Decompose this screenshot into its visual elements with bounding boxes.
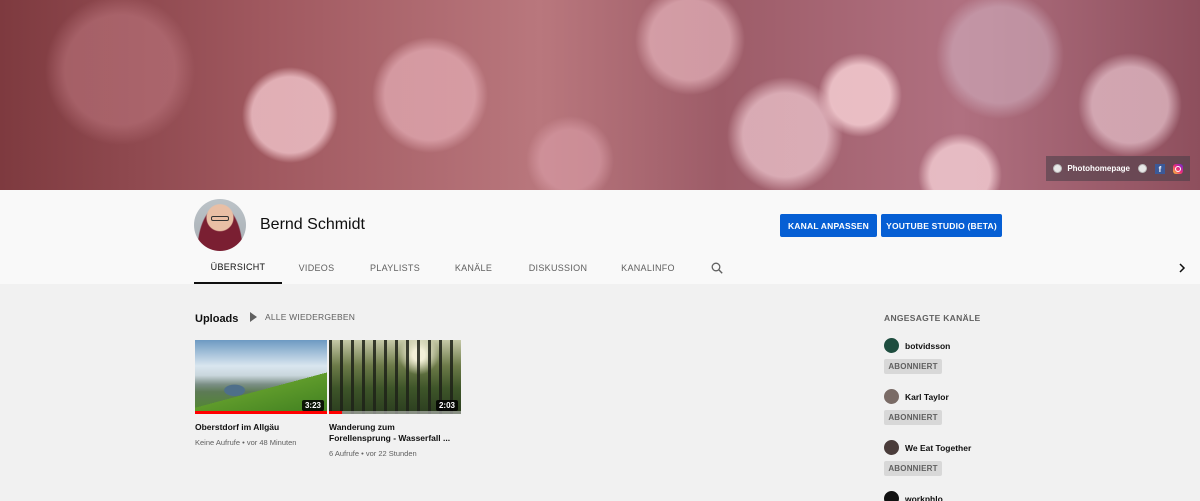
featured-channel-name[interactable]: We Eat Together [905, 443, 971, 453]
play-icon [250, 312, 257, 322]
play-all-label: ALLE WIEDERGEBEN [265, 312, 356, 322]
tab-playlists[interactable]: PLAYLISTS [351, 252, 439, 284]
channel-name: Bernd Schmidt [260, 216, 365, 233]
globe-icon [1053, 164, 1063, 173]
watch-progress-bar [195, 411, 327, 414]
customize-channel-button[interactable]: KANAL ANPASSEN [780, 214, 877, 237]
globe-icon[interactable] [1138, 164, 1147, 173]
youtube-studio-button[interactable]: YOUTUBE STUDIO (BETA) [881, 214, 1002, 237]
featured-channel-name[interactable]: botvidsson [905, 341, 950, 351]
play-all-button[interactable]: ALLE WIEDERGEBEN [250, 312, 355, 322]
tab-videos[interactable]: VIDEOS [282, 252, 351, 284]
avatar[interactable] [884, 338, 899, 353]
video-title[interactable]: Wanderung zum Forellensprung - Wasserfal… [329, 422, 454, 444]
tab-about[interactable]: KANALINFO [608, 252, 688, 284]
watch-progress-bar [329, 411, 343, 414]
video-card[interactable]: 3:23 Oberstdorf im Allgäu Keine Aufrufe … [195, 340, 327, 447]
video-meta: 6 Aufrufe • vor 22 Stunden [329, 449, 417, 458]
video-duration: 3:23 [301, 400, 324, 411]
subscribed-button[interactable]: ABONNIERT [884, 359, 942, 374]
video-title[interactable]: Oberstdorf im Allgäu [195, 422, 327, 433]
channel-tabs: ÜBERSICHT VIDEOS PLAYLISTS KANÄLE DISKUS… [194, 252, 688, 284]
facebook-icon[interactable]: f [1155, 163, 1165, 174]
banner-link-photohomepage[interactable]: Photohomepage [1053, 164, 1130, 173]
video-duration: 2:03 [435, 400, 458, 411]
channel-header: Bernd Schmidt KANAL ANPASSEN YOUTUBE STU… [0, 190, 1200, 284]
video-thumbnail[interactable]: 2:03 [329, 340, 461, 414]
banner-links: Photohomepage f [1046, 156, 1190, 181]
video-card[interactable]: 2:03 Wanderung zum Forellensprung - Wass… [329, 340, 461, 458]
subscribed-button[interactable]: ABONNIERT [884, 461, 942, 476]
featured-channel: workphlo [884, 491, 943, 501]
avatar[interactable] [884, 491, 899, 501]
featured-channel: We Eat Together ABONNIERT [884, 440, 971, 476]
video-thumbnail[interactable]: 3:23 [195, 340, 327, 414]
channel-banner: Photohomepage f [0, 0, 1200, 190]
instagram-icon[interactable] [1173, 163, 1183, 174]
search-icon[interactable] [711, 262, 723, 274]
uploads-title[interactable]: Uploads [195, 313, 238, 325]
avatar[interactable] [194, 199, 246, 251]
subscribed-button[interactable]: ABONNIERT [884, 410, 942, 425]
banner-link-label: Photohomepage [1067, 164, 1130, 173]
video-meta: Keine Aufrufe • vor 48 Minuten [195, 438, 297, 447]
featured-channel-name[interactable]: workphlo [905, 494, 943, 501]
tab-overview[interactable]: ÜBERSICHT [194, 252, 282, 284]
avatar[interactable] [884, 389, 899, 404]
featured-channels-title: ANGESAGTE KANÄLE [884, 313, 981, 323]
tab-channels[interactable]: KANÄLE [439, 252, 508, 284]
featured-channel: botvidsson ABONNIERT [884, 338, 950, 374]
chevron-right-icon[interactable] [1177, 262, 1187, 274]
featured-channel: Karl Taylor ABONNIERT [884, 389, 949, 425]
featured-channel-name[interactable]: Karl Taylor [905, 392, 949, 402]
avatar[interactable] [884, 440, 899, 455]
tab-discussion[interactable]: DISKUSSION [508, 252, 608, 284]
